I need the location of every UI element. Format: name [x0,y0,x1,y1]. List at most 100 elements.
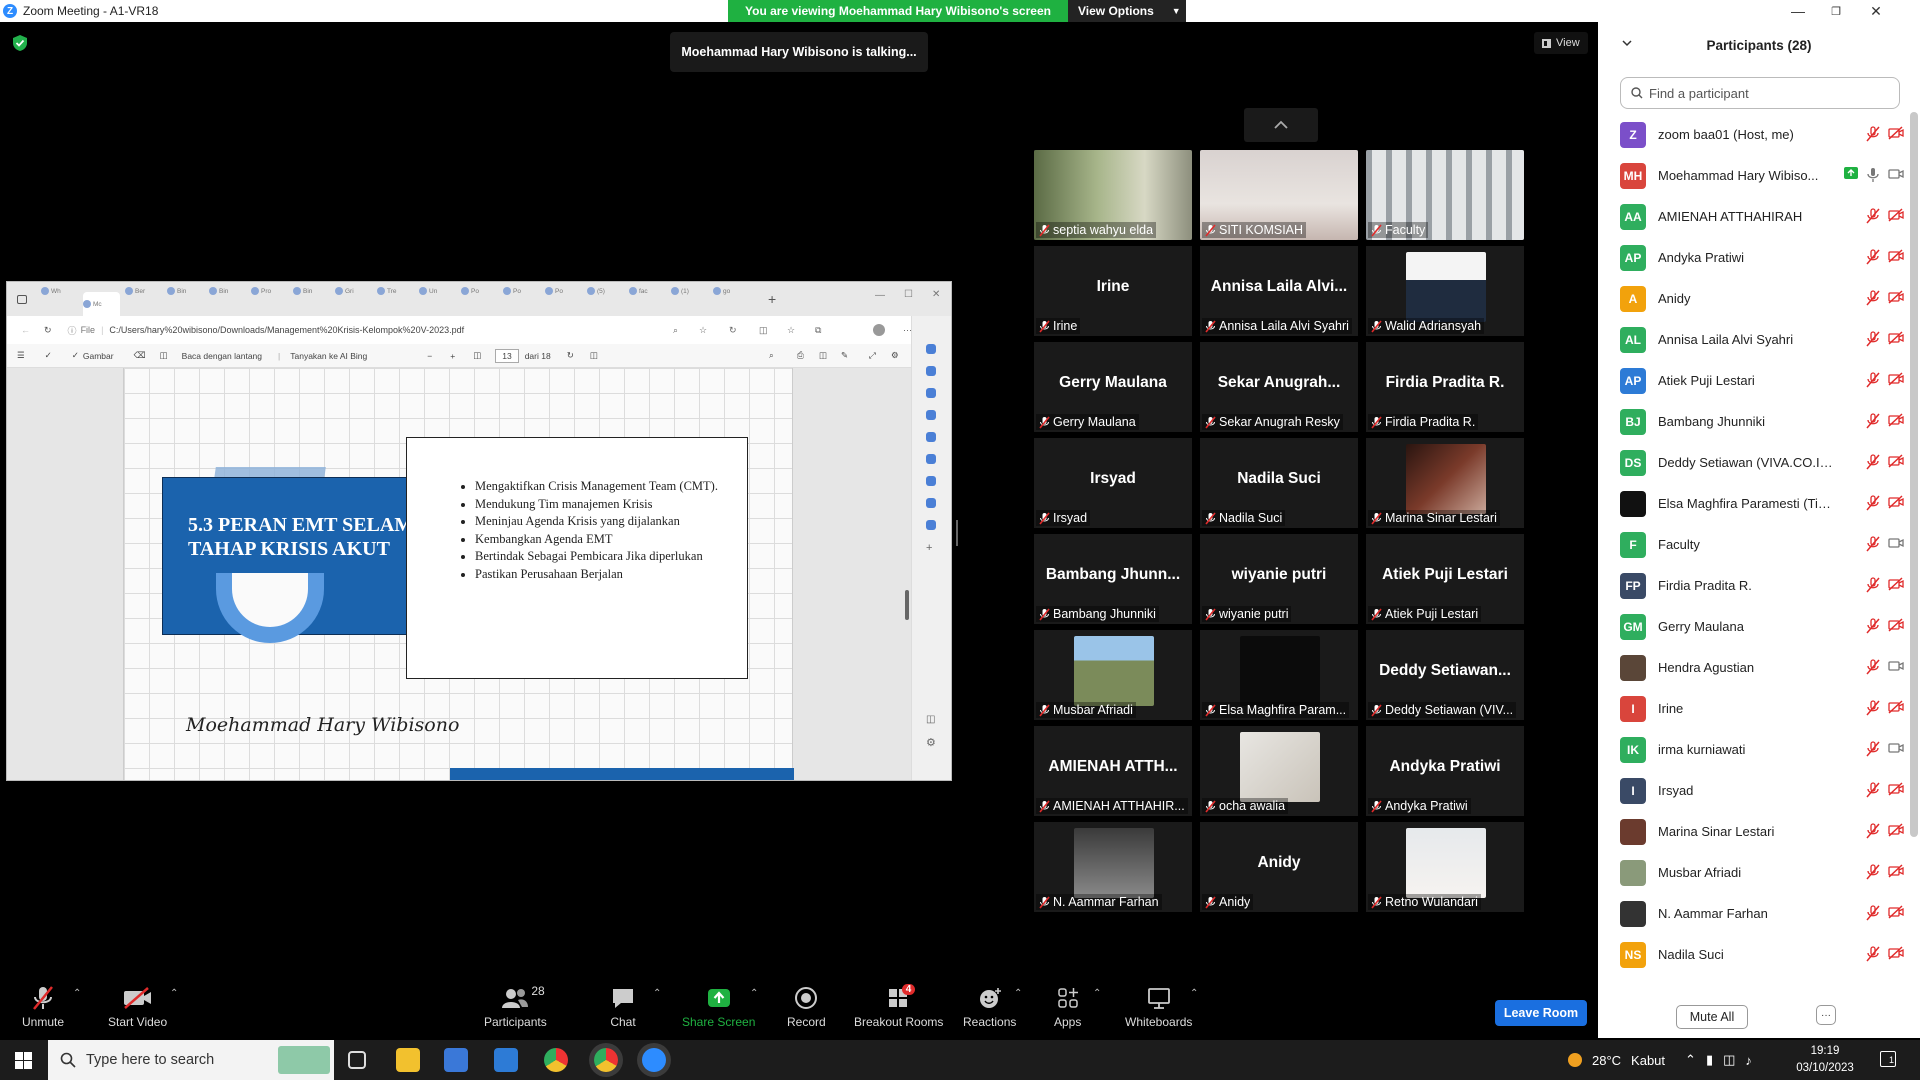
reactions-caret-icon[interactable]: ⌃ [1014,988,1022,999]
fit-page-icon[interactable]: ◫ [473,350,481,361]
collections-icon[interactable]: ⧉ [815,325,821,336]
participant-row[interactable]: F Faculty [1620,524,1906,565]
participant-row[interactable]: N. Aammar Farhan [1620,893,1906,934]
video-off-icon[interactable] [1888,331,1904,345]
reactions-button[interactable]: Reactions [963,984,1016,1036]
video-tile[interactable]: Nadila Suci Nadila Suci [1200,438,1358,528]
microphone-muted-icon[interactable] [1866,331,1880,347]
sidebar-games-icon[interactable] [926,432,936,442]
video-tile[interactable]: Atiek Puji Lestari Atiek Puji Lestari [1366,534,1524,624]
participant-row[interactable]: DS Deddy Setiawan (VIVA.CO.ID) [1620,442,1906,483]
sidebar-shopping-icon[interactable] [926,410,936,420]
chat-button[interactable]: Chat [610,984,636,1036]
microphone-muted-icon[interactable] [1866,249,1880,265]
ask-bing-button[interactable]: Tanyakan ke AI Bing [290,351,367,361]
back-icon[interactable]: ← [21,325,30,335]
notification-icon[interactable]: 1 [1880,1051,1896,1067]
video-off-icon[interactable] [1888,782,1904,796]
view-layout-button[interactable]: View [1534,32,1588,54]
contents-icon[interactable]: ☰ [17,350,25,361]
video-tile[interactable]: ocha awalia [1200,726,1358,816]
participant-row[interactable]: I Irine [1620,688,1906,729]
video-off-icon[interactable] [1888,126,1904,140]
sidebar-layout-icon[interactable]: ◫ [926,714,935,725]
browser-restore-icon[interactable]: ☐ [904,289,913,300]
video-tile[interactable]: Firdia Pradita R. Firdia Pradita R. [1366,342,1524,432]
sidebar-office-icon[interactable] [926,454,936,464]
video-off-icon[interactable] [1888,208,1904,222]
share-screen-button[interactable]: Share Screen [682,984,755,1036]
view-options-button[interactable]: View Options ▼ [1068,0,1186,22]
profile-icon[interactable] [873,324,885,336]
video-tile[interactable]: Deddy Setiawan... Deddy Setiawan (VIV... [1366,630,1524,720]
sidebar-search-icon[interactable] [926,366,936,376]
splitter-handle[interactable] [956,520,958,546]
browser-extension-icon[interactable]: ↻ [729,325,737,336]
participant-row[interactable]: Musbar Afriadi [1620,852,1906,893]
video-tile[interactable]: Irsyad Irsyad [1034,438,1192,528]
rotate-icon[interactable]: ↻ [567,350,574,361]
split-view-icon[interactable]: ◫ [759,325,768,336]
chrome-icon[interactable] [544,1048,568,1072]
browser-tab[interactable]: Po [503,282,540,300]
shared-screen[interactable]: Wh Mc Ber Bin Bin Pro Bin Gri Tre Un Po Po Po (5) fac (… [6,281,952,781]
start-video-button[interactable]: Start Video [108,984,167,1036]
pdf-search-icon[interactable]: ⌕ [769,350,774,361]
task-view-icon[interactable] [348,1051,366,1069]
microphone-muted-icon[interactable] [1866,372,1880,388]
zoom-out-icon[interactable]: − [427,351,432,361]
gallery-scroll-up-button[interactable] [1244,108,1318,142]
browser-tab[interactable]: (1) [671,282,708,300]
microphone-muted-icon[interactable] [1866,946,1880,962]
video-tile[interactable]: Elsa Maghfira Param... [1200,630,1358,720]
microphone-muted-icon[interactable] [1866,577,1880,593]
draw-label[interactable]: Gambar [83,351,114,361]
sidebar-tools-icon[interactable] [926,388,936,398]
browser-tab[interactable]: Bin [167,282,204,300]
video-off-icon[interactable] [1888,823,1904,837]
audio-options-caret-icon[interactable]: ⌃ [73,988,81,999]
page-number-input[interactable]: 13 [495,348,519,363]
apps-button[interactable]: Apps [1054,984,1081,1036]
refresh-icon[interactable]: ↻ [44,325,52,336]
microphone-muted-icon[interactable] [1866,290,1880,306]
zoom-in-icon[interactable]: + [450,351,455,361]
encryption-shield-icon[interactable] [12,34,28,52]
sidebar-copilot-icon[interactable] [926,344,936,354]
participant-row[interactable]: NS Nadila Suci [1620,934,1906,975]
microphone-muted-icon[interactable] [1866,413,1880,429]
browser-tab[interactable]: (5) [587,282,624,300]
video-tile[interactable]: Bambang Jhunn... Bambang Jhunniki [1034,534,1192,624]
pdf-viewer[interactable]: 5.3 PERAN EMT SELAMA TAHAP KRISIS AKUT M… [7,368,911,780]
video-off-icon[interactable] [1888,454,1904,468]
windows-start-icon[interactable] [15,1052,32,1069]
participant-row[interactable]: A Anidy [1620,278,1906,319]
participant-row[interactable]: AP Atiek Puji Lestari [1620,360,1906,401]
browser-tab[interactable]: Bin [293,282,330,300]
video-icon[interactable] [1888,659,1904,673]
participant-row[interactable]: GM Gerry Maulana [1620,606,1906,647]
video-tile[interactable]: Andyka Pratiwi Andyka Pratiwi [1366,726,1524,816]
tab-actions-icon[interactable] [17,294,27,304]
video-off-icon[interactable] [1888,905,1904,919]
video-off-icon[interactable] [1888,946,1904,960]
participant-row[interactable]: AP Andyka Pratiwi [1620,237,1906,278]
zoom-icon[interactable]: ⌕ [673,325,678,336]
participant-row[interactable]: Elsa Maghfira Paramesti (Tisya) [1620,483,1906,524]
microphone-muted-icon[interactable] [1866,454,1880,470]
read-aloud-button[interactable]: Baca dengan lantang [182,351,262,361]
browser-tab[interactable]: fac [629,282,666,300]
video-off-icon[interactable] [1888,372,1904,386]
microphone-muted-icon[interactable] [1866,823,1880,839]
participant-row[interactable]: Zzoom baa01 (Host, me) [1620,114,1906,155]
video-off-icon[interactable] [1888,290,1904,304]
chat-options-caret-icon[interactable]: ⌃ [653,988,661,999]
two-page-icon[interactable]: ◫ [590,350,598,361]
record-button[interactable]: Record [787,984,826,1036]
breakout-rooms-button[interactable]: 4 Breakout Rooms [854,984,943,1036]
browser-tab[interactable]: Wh [41,282,78,300]
chrome-profile-icon[interactable] [594,1048,618,1072]
participant-row[interactable]: Hendra Agustian [1620,647,1906,688]
mute-all-button[interactable]: Mute All [1676,1005,1748,1029]
favorites-icon[interactable]: ☆ [787,325,795,336]
